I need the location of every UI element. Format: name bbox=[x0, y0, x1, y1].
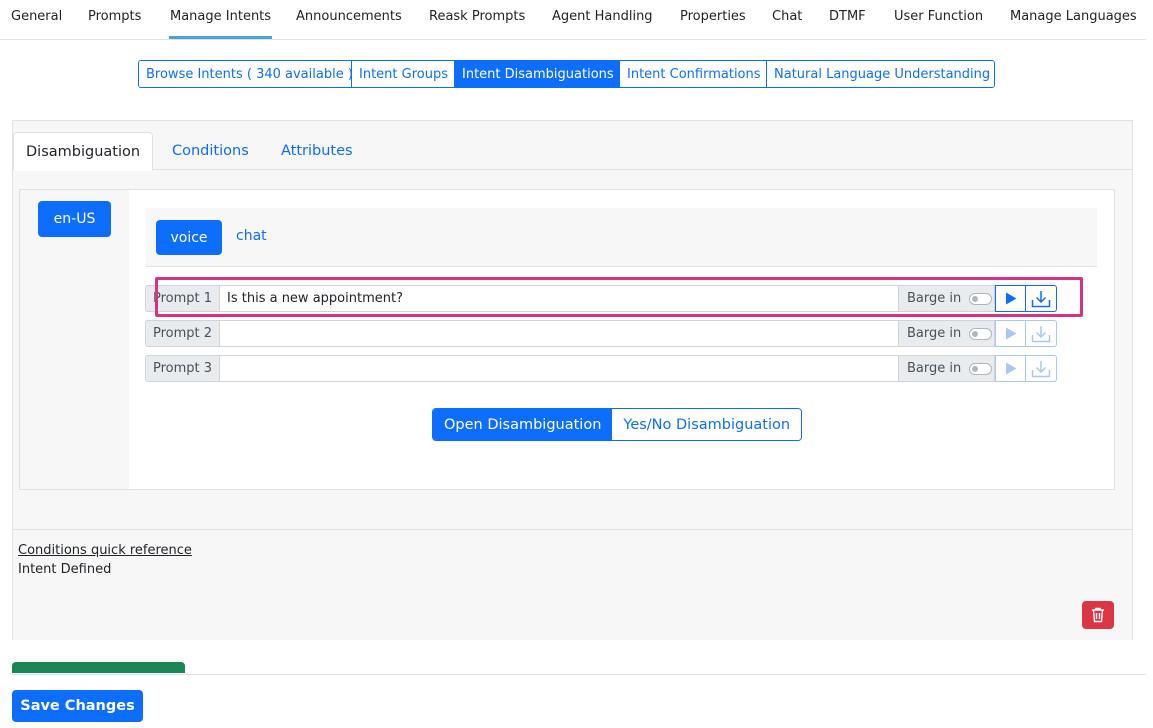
prompt-3-barge-in: Barge in bbox=[899, 355, 995, 382]
prompt-1-barge-in: Barge in bbox=[899, 285, 995, 312]
prompt-row-3: Prompt 3 Barge in bbox=[145, 355, 1058, 382]
yes-no-disambiguation-button[interactable]: Yes/No Disambiguation bbox=[612, 409, 802, 440]
main-tab-nav: General Prompts Manage Intents Announcem… bbox=[0, 0, 1146, 40]
play-button[interactable] bbox=[995, 320, 1026, 347]
nav-prompts[interactable]: Prompts bbox=[88, 9, 141, 24]
nav-agent-handling[interactable]: Agent Handling bbox=[552, 9, 653, 24]
barge-in-label: Barge in bbox=[907, 291, 962, 306]
partially-hidden-button[interactable] bbox=[12, 662, 185, 673]
disambiguation-type-group: Open Disambiguation Yes/No Disambiguatio… bbox=[432, 408, 803, 441]
barge-in-toggle[interactable] bbox=[969, 327, 993, 340]
nav-dtmf[interactable]: DTMF bbox=[829, 9, 866, 24]
subnav-nlu[interactable]: Natural Language Understanding bbox=[766, 61, 994, 87]
subnav-browse-intents[interactable]: Browse Intents ( 340 available ) bbox=[139, 61, 353, 87]
nav-announcements[interactable]: Announcements bbox=[296, 9, 402, 24]
intent-subnav: Browse Intents ( 340 available ) Intent … bbox=[138, 60, 995, 88]
panel-tabs: Disambiguation Conditions Attributes bbox=[13, 121, 1132, 171]
barge-in-toggle[interactable] bbox=[969, 362, 993, 375]
nav-reask-prompts[interactable]: Reask Prompts bbox=[429, 9, 525, 24]
condition-summary: Intent Defined bbox=[18, 562, 111, 577]
conditions-quick-reference-link[interactable]: Conditions quick reference bbox=[18, 543, 192, 558]
channel-bar: voice chat bbox=[146, 208, 1097, 267]
tab-conditions[interactable]: Conditions bbox=[160, 132, 261, 170]
download-button[interactable] bbox=[1026, 355, 1057, 382]
nav-manage-languages[interactable]: Manage Languages bbox=[1010, 9, 1137, 24]
subnav-intent-confirmations[interactable]: Intent Confirmations bbox=[619, 61, 766, 87]
tab-attributes[interactable]: Attributes bbox=[269, 132, 365, 170]
prompt-1-input[interactable]: Is this a new appointment? bbox=[220, 285, 899, 312]
language-column: en-US bbox=[20, 190, 129, 489]
download-button[interactable] bbox=[1026, 320, 1057, 347]
save-changes-button[interactable]: Save Changes bbox=[12, 690, 143, 722]
download-icon bbox=[1031, 325, 1051, 342]
play-icon bbox=[1005, 362, 1016, 375]
barge-in-toggle[interactable] bbox=[969, 292, 993, 305]
prompt-2-barge-in: Barge in bbox=[899, 320, 995, 347]
nav-general[interactable]: General bbox=[11, 9, 62, 24]
download-button[interactable] bbox=[1026, 285, 1057, 312]
download-icon bbox=[1031, 360, 1051, 377]
prompt-row-2: Prompt 2 Barge in bbox=[145, 320, 1058, 347]
condition-keyword: Intent bbox=[18, 562, 57, 577]
barge-in-label: Barge in bbox=[907, 326, 962, 341]
play-button[interactable] bbox=[995, 285, 1026, 312]
nav-user-function[interactable]: User Function bbox=[894, 9, 983, 24]
chat-channel-link[interactable]: chat bbox=[236, 228, 267, 244]
trash-icon bbox=[1092, 607, 1104, 623]
divider bbox=[12, 674, 1146, 675]
subnav-intent-groups[interactable]: Intent Groups bbox=[351, 61, 454, 87]
prompt-row-1: Prompt 1 Is this a new appointment? Barg… bbox=[145, 285, 1058, 312]
nav-properties[interactable]: Properties bbox=[680, 9, 746, 24]
barge-in-label: Barge in bbox=[907, 361, 962, 376]
download-icon bbox=[1031, 290, 1051, 307]
nav-manage-intents[interactable]: Manage Intents bbox=[168, 9, 273, 39]
play-button[interactable] bbox=[995, 355, 1026, 382]
open-disambiguation-button[interactable]: Open Disambiguation bbox=[433, 409, 613, 440]
nav-chat[interactable]: Chat bbox=[772, 9, 802, 24]
tab-disambiguation[interactable]: Disambiguation bbox=[13, 132, 154, 171]
subnav-intent-disambiguations[interactable]: Intent Disambiguations bbox=[454, 61, 619, 87]
prompt-3-input[interactable] bbox=[220, 355, 899, 382]
conditions-footer: Conditions quick reference Intent Define… bbox=[13, 529, 1132, 640]
delete-button[interactable] bbox=[1082, 601, 1114, 629]
voice-channel-button[interactable]: voice bbox=[156, 220, 222, 255]
play-icon bbox=[1005, 327, 1016, 340]
prompt-2-label: Prompt 2 bbox=[145, 320, 220, 347]
play-icon bbox=[1005, 292, 1016, 305]
language-en-us-button[interactable]: en-US bbox=[38, 201, 111, 237]
prompt-1-label: Prompt 1 bbox=[145, 285, 220, 312]
prompt-2-input[interactable] bbox=[220, 320, 899, 347]
prompt-3-label: Prompt 3 bbox=[145, 355, 220, 382]
condition-value: Defined bbox=[56, 562, 112, 577]
